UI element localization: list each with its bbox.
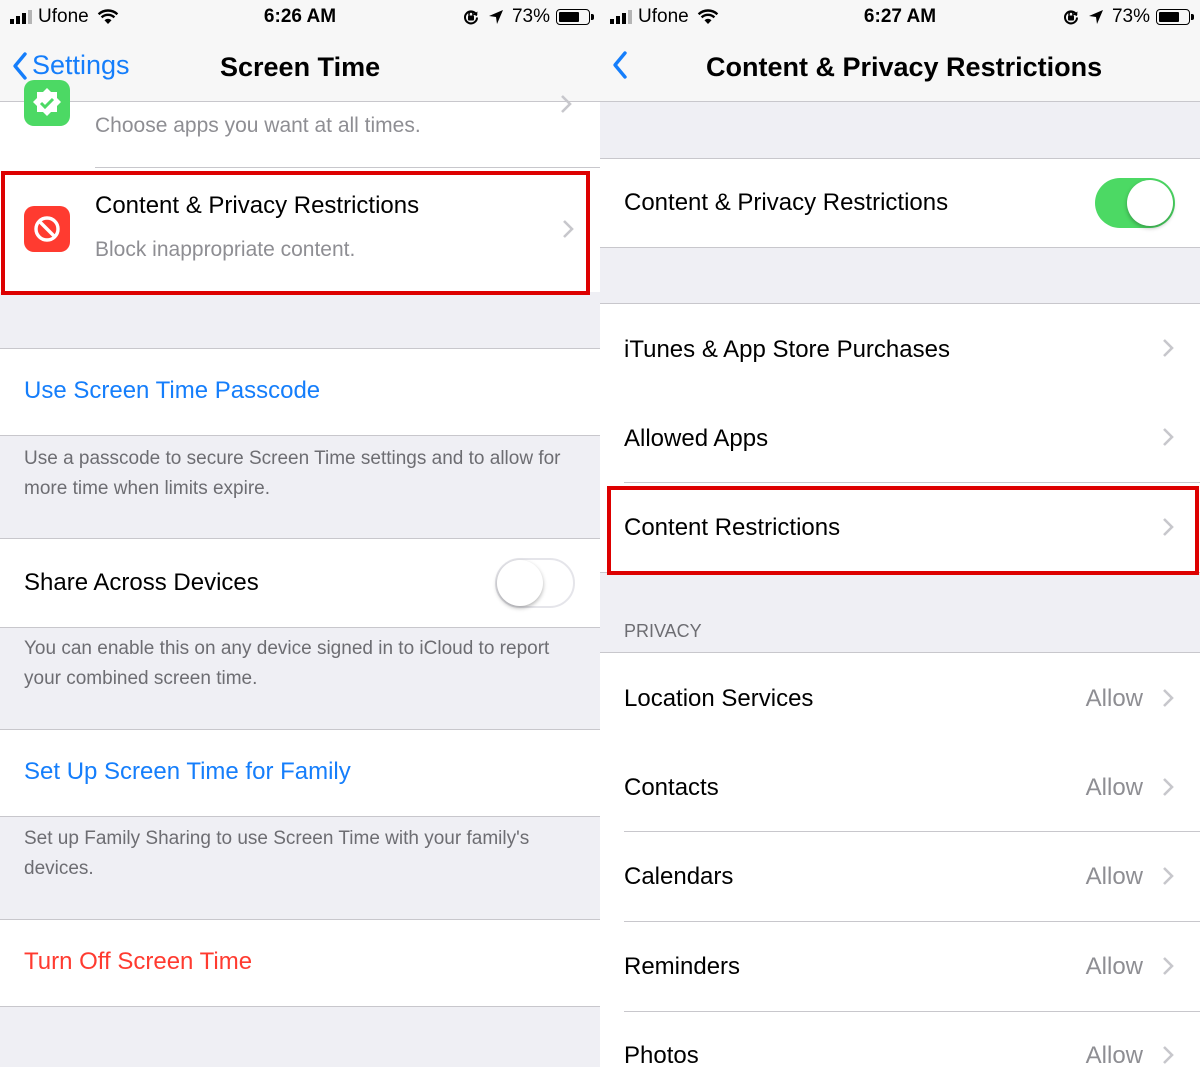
back-chevron-icon [613, 51, 627, 79]
back-button[interactable] [612, 50, 632, 80]
page-title: Screen Time [220, 52, 381, 82]
chevron-right-icon [1163, 428, 1174, 446]
back-chevron-icon [13, 51, 27, 80]
battery-icon [556, 9, 594, 25]
navigation-bar: Settings Screen Time [0, 34, 600, 102]
share-across-devices-toggle[interactable] [495, 558, 575, 608]
status-bar: Ufone 6:27 AM 73% [600, 0, 1200, 34]
highlight-box [1, 171, 590, 295]
menu-row-allowed-apps[interactable]: Allowed Apps [600, 393, 1200, 483]
privacy-row-label: Contacts [624, 774, 719, 801]
menu-row-itunes[interactable]: iTunes & App Store Purchases [600, 303, 1200, 394]
navigation-bar: Content & Privacy Restrictions [600, 34, 1200, 102]
share-across-devices-row: Share Across Devices [0, 538, 600, 628]
page-title: Content & Privacy Restrictions [706, 52, 1103, 82]
always-allowed-subtitle: Choose apps you want at all times. [95, 114, 421, 137]
highlight-box [607, 486, 1199, 575]
use-passcode-label: Use Screen Time Passcode [24, 377, 321, 404]
content-privacy-toggle[interactable] [1095, 178, 1175, 228]
privacy-row-value: Allow [1085, 953, 1143, 980]
always-allowed-app-icon [24, 80, 70, 126]
privacy-row-location[interactable]: Location Services Allow [600, 652, 1200, 743]
chevron-right-icon [1163, 867, 1174, 885]
privacy-row-reminders[interactable]: Reminders Allow [600, 922, 1200, 1012]
back-label: Settings [32, 50, 130, 80]
content-privacy-screen: Ufone 6:27 AM 73% Content & Privacy Rest… [600, 0, 1200, 1067]
family-footer: Set up Family Sharing to use Screen Time… [24, 828, 530, 879]
battery-percent: 73% [511, 6, 550, 27]
battery-icon [1156, 9, 1194, 25]
orientation-lock-icon [464, 10, 478, 25]
chevron-right-icon [1163, 778, 1174, 796]
privacy-row-contacts[interactable]: Contacts Allow [600, 742, 1200, 832]
privacy-row-label: Calendars [624, 863, 734, 890]
screen-time-screen: Ufone 6:26 AM 73% Settings Screen Time C… [0, 0, 600, 1067]
passcode-footer: Use a passcode to secure Screen Time set… [24, 448, 561, 499]
privacy-row-value: Allow [1085, 1042, 1143, 1067]
location-arrow-icon [488, 10, 503, 24]
content-privacy-toggle-label: Content & Privacy Restrictions [624, 189, 949, 216]
privacy-section-header: PRIVACY [624, 621, 702, 641]
back-button[interactable]: Settings [12, 50, 130, 81]
share-across-devices-label: Share Across Devices [24, 569, 259, 596]
privacy-row-calendars[interactable]: Calendars Allow [600, 832, 1200, 922]
toggle-knob [497, 560, 543, 606]
share-footer: You can enable this on any device signed… [24, 638, 550, 689]
use-passcode-row[interactable]: Use Screen Time Passcode [0, 348, 600, 436]
location-arrow-icon [1088, 10, 1103, 24]
chevron-right-icon [1163, 1046, 1174, 1064]
family-setup-row[interactable]: Set Up Screen Time for Family [0, 729, 600, 817]
chevron-right-icon [1163, 339, 1174, 357]
chevron-right-icon [1163, 689, 1174, 707]
turn-off-row[interactable]: Turn Off Screen Time [0, 919, 600, 1007]
privacy-row-value: Allow [1085, 863, 1143, 890]
privacy-row-value: Allow [1085, 685, 1143, 712]
privacy-row-photos[interactable]: Photos Allow [600, 1012, 1200, 1067]
toggle-knob [1127, 180, 1173, 226]
battery-percent: 73% [1111, 6, 1150, 27]
menu-row-label: Allowed Apps [624, 425, 769, 452]
chevron-right-icon [1163, 957, 1174, 975]
menu-row-label: iTunes & App Store Purchases [624, 336, 950, 363]
orientation-lock-icon [1064, 10, 1078, 25]
chevron-right-icon [561, 95, 572, 113]
content-privacy-toggle-row: Content & Privacy Restrictions [600, 158, 1200, 248]
turn-off-label: Turn Off Screen Time [24, 948, 253, 975]
family-setup-label: Set Up Screen Time for Family [24, 758, 351, 785]
privacy-row-label: Location Services [624, 685, 814, 712]
privacy-row-label: Photos [624, 1042, 699, 1067]
privacy-row-value: Allow [1085, 774, 1143, 801]
always-allowed-row[interactable]: Choose apps you want at all times. [0, 80, 600, 168]
status-bar: Ufone 6:26 AM 73% [0, 0, 600, 34]
privacy-row-label: Reminders [624, 953, 741, 980]
